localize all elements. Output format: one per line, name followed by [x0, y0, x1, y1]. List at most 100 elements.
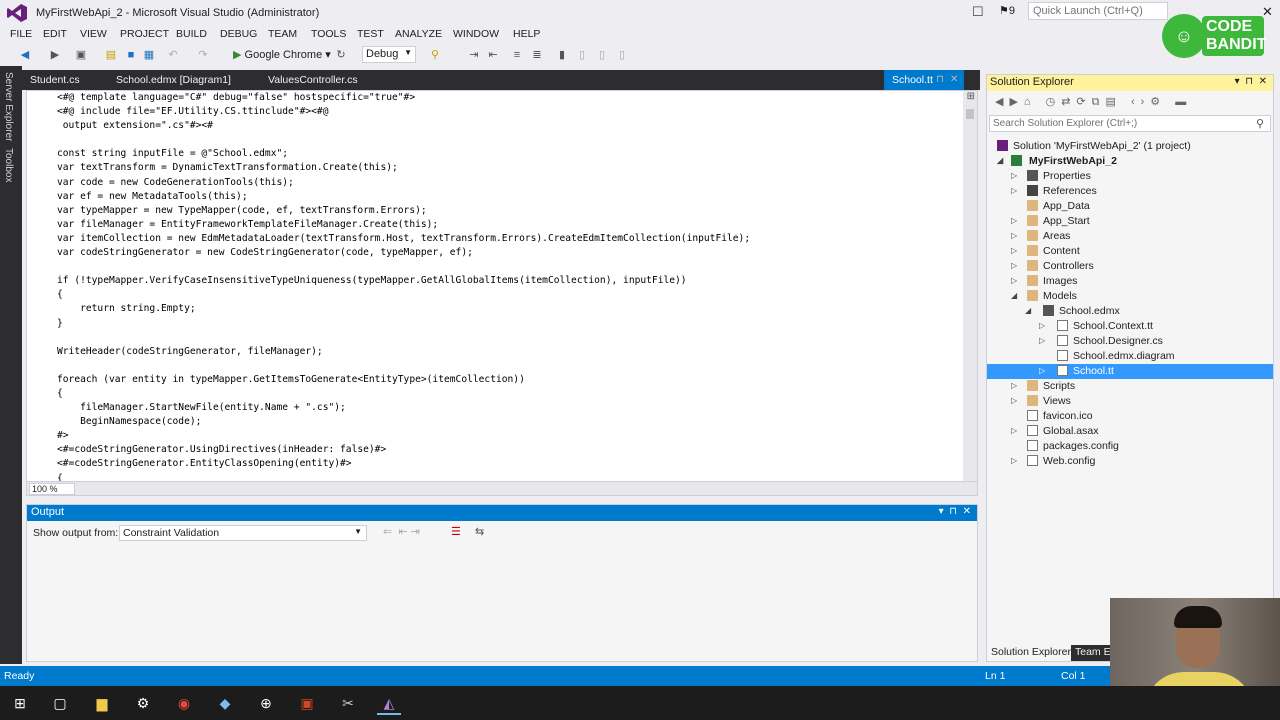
tree-item-school-context[interactable]: ▷ School.Context.tt: [987, 319, 1273, 334]
step-over-icon[interactable]: ⇤: [486, 48, 500, 62]
uncomment-icon[interactable]: ≣: [530, 48, 544, 62]
tab-values-controller[interactable]: ValuesController.cs: [260, 70, 366, 90]
menu-file[interactable]: FILE: [10, 28, 32, 40]
toolbox-tab[interactable]: Toolbox: [3, 148, 14, 182]
chrome-icon[interactable]: ◉: [172, 691, 196, 715]
redo-icon[interactable]: ↷: [196, 48, 210, 62]
windows-start-icon[interactable]: ⊞: [8, 691, 32, 715]
code-editor[interactable]: <#@ template language="C#" debug="false"…: [26, 90, 978, 496]
tree-item-views[interactable]: ▷ Views: [987, 394, 1273, 409]
task-view-icon[interactable]: ▢: [48, 691, 72, 715]
clear-all-icon[interactable]: ☰: [451, 525, 461, 538]
refresh-icon[interactable]: ↻: [334, 48, 348, 62]
editor-horizontal-scrollbar[interactable]: 100 %: [27, 481, 977, 495]
output-source-select[interactable]: Constraint Validation ▼: [119, 525, 367, 541]
code-line[interactable]: <#=codeStringGenerator.EntityClassOpenin…: [57, 457, 750, 471]
close-tab-icon[interactable]: ✕: [950, 74, 958, 85]
output-window-buttons[interactable]: ▾ ⊓ ✕: [939, 506, 971, 517]
powerpoint-icon[interactable]: ▣: [295, 691, 319, 715]
tree-item-packages-config[interactable]: packages.config: [987, 439, 1273, 454]
expand-icon[interactable]: ▷: [1011, 261, 1017, 270]
feedback-icon[interactable]: ☐: [972, 4, 984, 20]
code-line[interactable]: [57, 133, 750, 147]
solution-explorer-search[interactable]: Search Solution Explorer (Ctrl+;) ⚲: [989, 115, 1271, 132]
menu-tools[interactable]: TOOLS: [311, 28, 346, 40]
expand-icon[interactable]: ▷: [1011, 186, 1017, 195]
next-bookmark-icon[interactable]: ▯: [595, 48, 609, 62]
code-line[interactable]: var itemCollection = new EdmMetadataLoad…: [57, 232, 750, 246]
tree-item-project[interactable]: ◢ MyFirstWebApi_2: [987, 154, 1273, 169]
tree-item-school-edmx[interactable]: ◢ School.edmx: [987, 304, 1273, 319]
code-line[interactable]: const string inputFile = @"School.edmx";: [57, 147, 750, 161]
quick-launch-input[interactable]: [1028, 2, 1168, 20]
tree-item-references[interactable]: ▷ References: [987, 184, 1273, 199]
solution-configuration-select[interactable]: Debug ▼: [362, 46, 416, 63]
tree-item-images[interactable]: ▷ Images: [987, 274, 1273, 289]
solution-explorer-window-buttons[interactable]: ▾ ⊓ ✕: [1235, 76, 1267, 87]
back-icon[interactable]: ◀: [18, 48, 32, 62]
expand-icon[interactable]: ▷: [1011, 426, 1017, 435]
menu-debug[interactable]: DEBUG: [220, 28, 257, 40]
expand-icon[interactable]: ▷: [1039, 321, 1045, 330]
code-line[interactable]: [57, 331, 750, 345]
tree-item-school-tt[interactable]: ▷ School.tt: [987, 364, 1273, 379]
tree-item-favicon[interactable]: favicon.ico: [987, 409, 1273, 424]
tree-item-app-data[interactable]: App_Data: [987, 199, 1273, 214]
menu-edit[interactable]: EDIT: [43, 28, 67, 40]
new-project-icon[interactable]: ▣: [74, 48, 88, 62]
tree-item-web-config[interactable]: ▷ Web.config: [987, 454, 1273, 469]
menu-project[interactable]: PROJECT: [120, 28, 169, 40]
output-text-area[interactable]: [27, 545, 977, 661]
server-explorer-tab[interactable]: Server Explorer: [3, 72, 14, 141]
solution-explorer-toolbar[interactable]: ◀▶⌂ ◷⇄⟳⧉▤ ‹›⚙ ▬: [987, 93, 1273, 113]
code-line[interactable]: {: [57, 288, 750, 302]
tree-item-school-designer[interactable]: ▷ School.Designer.cs: [987, 334, 1273, 349]
save-all-icon[interactable]: ▦: [142, 48, 156, 62]
expand-icon[interactable]: ▷: [1011, 216, 1017, 225]
notepad-icon[interactable]: ◆: [213, 691, 237, 715]
menu-view[interactable]: VIEW: [80, 28, 107, 40]
expand-icon[interactable]: ▷: [1011, 246, 1017, 255]
zoom-level[interactable]: 100 %: [29, 483, 75, 495]
menu-test[interactable]: TEST: [357, 28, 384, 40]
code-line[interactable]: <#@ include file="EF.Utility.CS.ttinclud…: [57, 105, 750, 119]
expand-icon[interactable]: ▷: [1011, 231, 1017, 240]
code-line[interactable]: var codeStringGenerator = new CodeString…: [57, 246, 750, 260]
visual-studio-icon[interactable]: ◭: [377, 691, 401, 715]
code-line[interactable]: <#=codeStringGenerator.UsingDirectives(i…: [57, 443, 750, 457]
tab-school-edmx-diagram[interactable]: School.edmx [Diagram1]: [108, 70, 239, 90]
tree-item-models[interactable]: ◢ Models: [987, 289, 1273, 304]
code-line[interactable]: return string.Empty;: [57, 302, 750, 316]
start-debugging-button[interactable]: ▶ Google Chrome ▾: [233, 48, 331, 61]
editor-vertical-scrollbar[interactable]: ⊞: [963, 91, 977, 483]
step-icon[interactable]: ⇥: [467, 48, 481, 62]
code-line[interactable]: var fileManager = EntityFrameworkTemplat…: [57, 218, 750, 232]
notifications-indicator[interactable]: ⚑9: [999, 4, 1015, 17]
code-line[interactable]: var ef = new MetadataTools(this);: [57, 190, 750, 204]
expand-icon[interactable]: ▷: [1011, 456, 1017, 465]
tree-item-global-asax[interactable]: ▷ Global.asax: [987, 424, 1273, 439]
expand-icon[interactable]: ▷: [1039, 336, 1045, 345]
code-line[interactable]: output extension=".cs"#><#: [57, 119, 750, 133]
menu-build[interactable]: BUILD: [176, 28, 207, 40]
expand-icon[interactable]: ▷: [1011, 276, 1017, 285]
menu-team[interactable]: TEAM: [268, 28, 297, 40]
collapse-icon[interactable]: ◢: [997, 156, 1003, 165]
undo-icon[interactable]: ↶: [166, 48, 180, 62]
pin-icon[interactable]: ⊓: [936, 74, 944, 85]
tree-item-app-start[interactable]: ▷ App_Start: [987, 214, 1273, 229]
save-icon[interactable]: ■: [124, 48, 138, 62]
code-line[interactable]: [57, 359, 750, 373]
bookmark-icon[interactable]: ▮: [555, 48, 569, 62]
find-icon[interactable]: ⚲: [428, 48, 442, 62]
code-line[interactable]: [57, 260, 750, 274]
code-line[interactable]: if (!typeMapper.VerifyCaseInsensitiveTyp…: [57, 274, 750, 288]
collapse-icon[interactable]: ◢: [1011, 291, 1017, 300]
expand-icon[interactable]: ▷: [1011, 381, 1017, 390]
code-line[interactable]: {: [57, 387, 750, 401]
editor-scroll-thumb[interactable]: [966, 109, 974, 119]
code-line[interactable]: <#@ template language="C#" debug="false"…: [57, 91, 750, 105]
code-line[interactable]: var code = new CodeGenerationTools(this)…: [57, 176, 750, 190]
tree-item-controllers[interactable]: ▷ Controllers: [987, 259, 1273, 274]
output-nav-icons[interactable]: ⇐ ⇤ ⇥: [383, 525, 420, 538]
